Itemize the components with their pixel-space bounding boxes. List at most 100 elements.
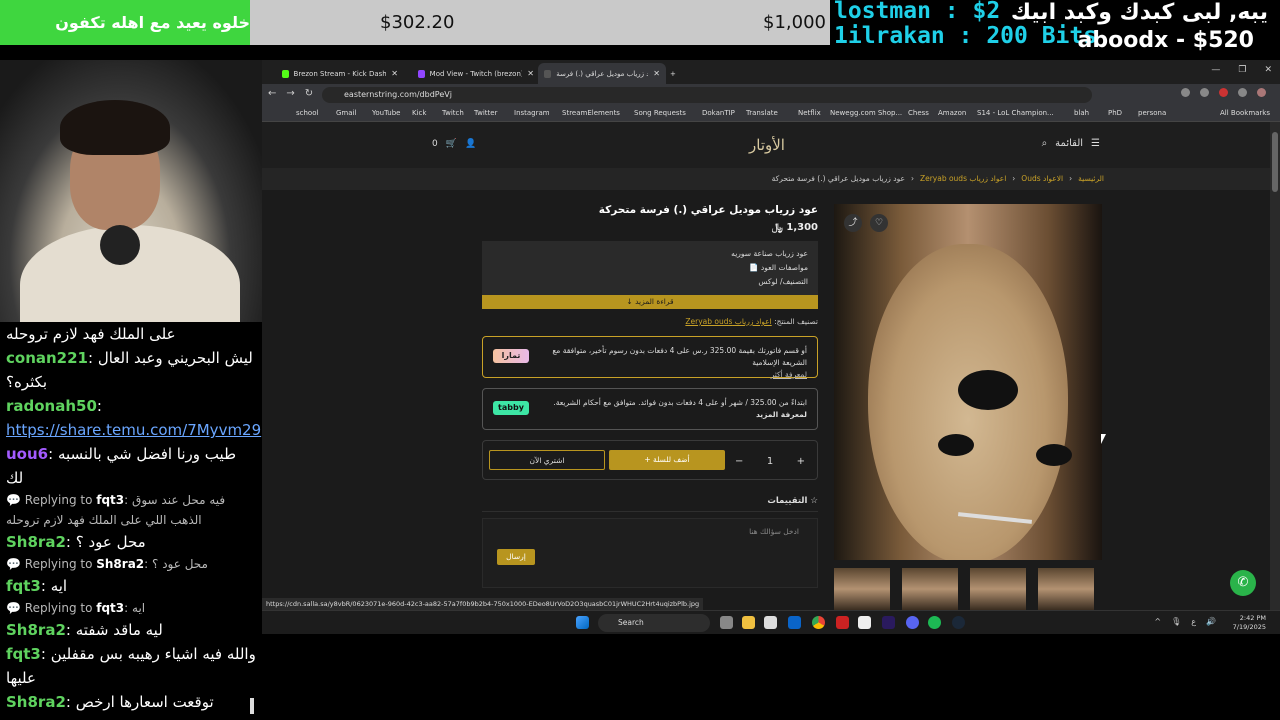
bookmark-item[interactable]: school: [296, 109, 318, 117]
windows-start-icon[interactable]: [576, 616, 589, 629]
bookmark-item[interactable]: Song Requests: [634, 109, 686, 117]
back-icon[interactable]: ←: [268, 88, 276, 99]
store-icon[interactable]: [764, 616, 777, 629]
volume-icon[interactable]: 🔊: [1206, 617, 1216, 626]
bookmark-item[interactable]: Gmail: [336, 109, 356, 117]
all-bookmarks[interactable]: All Bookmarks: [1220, 109, 1270, 117]
whatsapp-icon[interactable]: ✆: [1230, 570, 1256, 596]
clock[interactable]: 2:42 PM 7/19/2025: [1233, 614, 1266, 632]
task-view-icon[interactable]: [720, 616, 733, 629]
bookmark-item[interactable]: Instagram: [514, 109, 550, 117]
status-url: https://cdn.salla.sa/y8vbR/0623071e-960d…: [262, 598, 704, 610]
extension-icon[interactable]: [1200, 88, 1209, 97]
chat-reply-line: 💬 Replying to Sh8ra2: محل عود ؟: [6, 557, 208, 571]
quantity-stepper[interactable]: − 1 +: [735, 451, 805, 471]
cart-area[interactable]: 0 🛒 👤: [432, 139, 476, 149]
thumbnail[interactable]: [834, 568, 890, 610]
spotify-icon[interactable]: [928, 616, 941, 629]
chat-message: Sh8ra2: محل عود ؟: [6, 533, 146, 551]
bookmark-item[interactable]: PhD: [1108, 109, 1122, 117]
bookmark-item[interactable]: Newegg.com Shop...: [830, 109, 902, 117]
buy-now-button[interactable]: اشتري الآن: [489, 450, 605, 470]
close-tab-icon[interactable]: ✕: [653, 69, 660, 78]
breadcrumb-item[interactable]: اعواد زرياب Zeryab ouds: [920, 174, 1006, 183]
product-price: 1,300 ﷼: [771, 222, 818, 233]
extension-icon[interactable]: [1181, 88, 1190, 97]
chat-link[interactable]: https://share.temu.com/7Myvm29: [6, 418, 261, 442]
close-icon[interactable]: ✕: [1264, 65, 1272, 75]
send-button[interactable]: إرسال: [497, 549, 535, 565]
chat-scroll-indicator[interactable]: [250, 698, 254, 714]
user-icon[interactable]: 👤: [465, 139, 476, 149]
bookmark-item[interactable]: YouTube: [372, 109, 400, 117]
file-explorer-icon[interactable]: [742, 616, 755, 629]
minus-icon[interactable]: −: [735, 456, 743, 467]
taskbar-search[interactable]: Search: [598, 614, 710, 632]
restore-icon[interactable]: ❐: [1238, 65, 1246, 75]
thumbnail[interactable]: [902, 568, 958, 610]
mic-icon[interactable]: 🎙: [1171, 617, 1181, 626]
new-tab-icon[interactable]: +: [664, 63, 682, 84]
outlook-icon[interactable]: [788, 616, 801, 629]
chrome-icon[interactable]: [812, 616, 825, 629]
chat-message: Sh8ra2: توقعت اسعارها ارخص: [6, 693, 214, 711]
tabby-more-link[interactable]: لمعرفة المزيد: [493, 409, 807, 421]
chat-reply-line: 💬 Replying to fqt3: ايه: [6, 601, 146, 615]
minimize-icon[interactable]: —: [1211, 65, 1220, 75]
top-donor-1: lostman : $2: [834, 0, 1001, 24]
tamara-logo: تمارا: [493, 349, 529, 363]
hamburger-icon[interactable]: ☰: [1091, 138, 1100, 149]
reload-icon[interactable]: ↻: [305, 88, 313, 99]
plus-icon[interactable]: +: [797, 456, 805, 467]
extension-icon[interactable]: [1219, 88, 1228, 97]
heart-icon[interactable]: ♡: [870, 214, 888, 232]
menu-button[interactable]: ⌕ القائمة ☰: [1042, 138, 1100, 149]
discord-icon[interactable]: [906, 616, 919, 629]
add-to-cart-button[interactable]: أضف للسلة +: [609, 450, 725, 470]
bookmark-item[interactable]: S14 - LoL Champion...: [977, 109, 1054, 117]
bookmark-item[interactable]: Amazon: [938, 109, 966, 117]
browser-tab[interactable]: Mod View - Twitch (brezon) بريزو✕: [412, 63, 540, 84]
bookmark-item[interactable]: StreamElements: [562, 109, 620, 117]
breadcrumb-item[interactable]: الرئيسية: [1078, 174, 1104, 183]
bookmark-item[interactable]: Twitter: [474, 109, 497, 117]
language-indicator[interactable]: ع: [1191, 617, 1196, 626]
premiere-icon[interactable]: [882, 616, 895, 629]
share-icon[interactable]: ⤴: [844, 214, 862, 232]
extensions-bar: [1181, 88, 1266, 97]
thumbnail[interactable]: [970, 568, 1026, 610]
forward-icon[interactable]: →: [286, 88, 294, 99]
question-input[interactable]: ادخل سؤالك هنا: [501, 527, 799, 536]
browser-tab[interactable]: عود زرياب موديل عراقي (.) فرسة ✕: [538, 63, 666, 84]
bookmark-item[interactable]: Chess: [908, 109, 929, 117]
tamara-more-link[interactable]: لمعرفة أكثر: [493, 369, 807, 381]
read-more-button[interactable]: قراءة المزيد ↓: [482, 295, 818, 309]
breadcrumb-item[interactable]: الاعواد Ouds: [1021, 174, 1063, 183]
search-icon[interactable]: ⌕: [1042, 138, 1048, 149]
site-logo[interactable]: الأوتار الشرقية: [736, 130, 798, 184]
bookmark-item[interactable]: Netflix: [798, 109, 821, 117]
app-icon[interactable]: [858, 616, 871, 629]
url-input[interactable]: easternstring.com/dbdPeVj: [322, 87, 1092, 103]
close-tab-icon[interactable]: ✕: [527, 69, 534, 78]
browser-tab[interactable]: Brezon Stream - Kick Dashboard✕: [276, 63, 404, 84]
bookmark-item[interactable]: blah: [1074, 109, 1089, 117]
app-icon[interactable]: [836, 616, 849, 629]
bookmark-item[interactable]: Kick: [412, 109, 426, 117]
close-tab-icon[interactable]: ✕: [391, 69, 398, 78]
steam-icon[interactable]: [952, 616, 965, 629]
chat-message: fqt3: ايه: [6, 577, 68, 595]
page-scrollbar[interactable]: [1270, 122, 1280, 610]
thumbnail[interactable]: [1038, 568, 1094, 610]
chevron-up-icon[interactable]: ^: [1154, 617, 1161, 626]
quantity-value[interactable]: 1: [767, 456, 773, 467]
bookmark-item[interactable]: Translate: [746, 109, 778, 117]
profile-avatar[interactable]: [1257, 88, 1266, 97]
extension-icon[interactable]: [1238, 88, 1247, 97]
cart-icon[interactable]: 🛒: [446, 139, 457, 149]
bookmark-item[interactable]: DokanTIP: [702, 109, 735, 117]
bookmark-item[interactable]: Twitch: [442, 109, 464, 117]
bookmark-item[interactable]: persona: [1138, 109, 1166, 117]
category-link[interactable]: اعواد زرياب Zeryab ouds: [685, 317, 771, 326]
product-image[interactable]: ♡ ⤴: [834, 204, 1102, 560]
